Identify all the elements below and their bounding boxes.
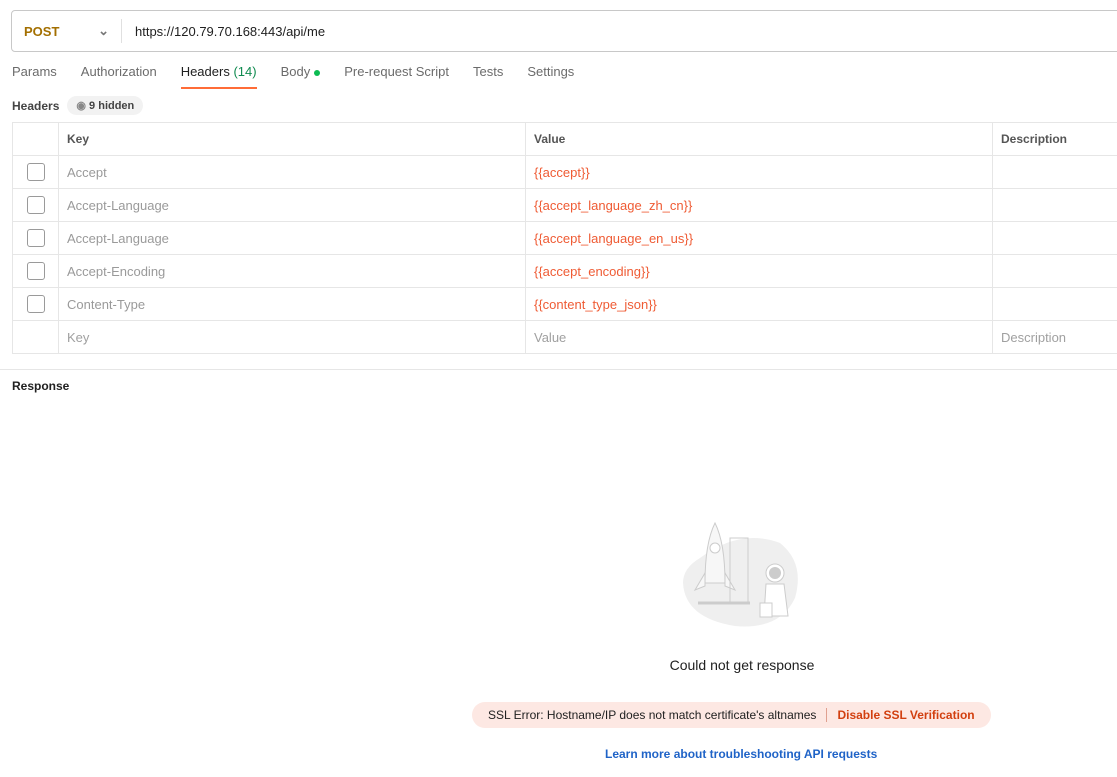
headers-count: (14) <box>233 64 257 79</box>
description-input[interactable]: Description <box>992 320 1117 354</box>
table-row: Accept {{accept}} <box>12 155 1117 189</box>
header-value[interactable]: {{content_type_json}} <box>525 287 993 321</box>
row-checkbox[interactable] <box>26 196 45 214</box>
header-key[interactable]: Accept-Language <box>58 188 526 222</box>
url-bar: POST ⌄ https://120.79.70.168:443/api/me <box>11 10 1117 52</box>
disable-ssl-verification-button[interactable]: Disable SSL Verification <box>826 708 975 722</box>
tab-label: Body <box>280 64 311 79</box>
no-response-message: Could not get response <box>669 657 815 673</box>
url-input[interactable]: https://120.79.70.168:443/api/me <box>122 24 325 39</box>
hidden-headers-toggle[interactable]: ◉ 9 hidden <box>67 96 144 115</box>
tab-settings[interactable]: Settings <box>527 64 574 89</box>
header-value[interactable]: {{accept_language_zh_cn}} <box>525 188 993 222</box>
table-row: Content-Type {{content_type_json}} <box>12 287 1117 321</box>
header-key[interactable]: Accept-Encoding <box>58 254 526 288</box>
method-select[interactable]: POST ⌄ <box>12 19 122 43</box>
divider <box>0 369 1117 370</box>
new-header-row: Key Value Description <box>12 320 1117 354</box>
table-row: Accept-Language {{accept_language_zh_cn}} <box>12 188 1117 222</box>
ssl-error-text: SSL Error: Hostname/IP does not match ce… <box>488 708 817 722</box>
row-checkbox-cell <box>12 188 59 222</box>
tab-label: Headers <box>180 64 230 79</box>
response-title: Response <box>12 379 70 393</box>
column-key: Key <box>58 122 526 156</box>
tab-pre-request-script[interactable]: Pre-request Script <box>344 64 449 89</box>
rocket-astronaut-illustration <box>683 521 798 627</box>
headers-title: Headers <box>12 98 60 113</box>
table-row: Accept-Encoding {{accept_encoding}} <box>12 254 1117 288</box>
row-checkbox-cell <box>12 155 59 189</box>
status-dot-icon <box>314 69 321 76</box>
header-description[interactable] <box>992 155 1117 189</box>
tab-headers[interactable]: Headers (14) <box>180 64 257 89</box>
row-checkbox[interactable] <box>26 229 45 247</box>
table-row: Accept-Language {{accept_language_en_us}} <box>12 221 1117 255</box>
row-checkbox[interactable] <box>26 163 45 181</box>
header-key[interactable]: Accept-Language <box>58 221 526 255</box>
row-checkbox-cell <box>12 287 59 321</box>
header-description[interactable] <box>992 254 1117 288</box>
header-value[interactable]: {{accept_encoding}} <box>525 254 993 288</box>
row-checkbox[interactable] <box>26 262 45 280</box>
header-description[interactable] <box>992 188 1117 222</box>
chevron-down-icon: ⌄ <box>98 23 109 38</box>
header-description[interactable] <box>992 221 1117 255</box>
header-key[interactable]: Content-Type <box>58 287 526 321</box>
troubleshooting-link[interactable]: Learn more about troubleshooting API req… <box>605 747 877 761</box>
tab-tests[interactable]: Tests <box>473 64 503 89</box>
column-description: Description <box>992 122 1117 156</box>
row-checkbox-cell <box>12 254 59 288</box>
header-key[interactable]: Accept <box>58 155 526 189</box>
headers-table: Key Value Description Accept {{accept}} Acce… <box>12 122 1117 354</box>
tab-body[interactable]: Body <box>281 64 321 89</box>
tab-params[interactable]: Params <box>12 64 57 89</box>
header-value[interactable]: {{accept_language_en_us}} <box>525 221 993 255</box>
method-label: POST <box>24 23 60 39</box>
column-value: Value <box>525 122 993 156</box>
ssl-error-banner: SSL Error: Hostname/IP does not match ce… <box>472 702 991 728</box>
header-description[interactable] <box>992 287 1117 321</box>
eye-icon: ◉ <box>76 100 86 112</box>
row-checkbox-cell <box>12 221 59 255</box>
tab-authorization[interactable]: Authorization <box>81 64 157 89</box>
value-input[interactable]: Value <box>525 320 993 354</box>
row-checkbox[interactable] <box>26 295 45 313</box>
key-input[interactable]: Key <box>58 320 526 354</box>
request-tabs: Params Authorization Headers (14) Body P… <box>12 64 574 89</box>
hidden-count: 9 hidden <box>89 100 135 112</box>
header-value[interactable]: {{accept}} <box>525 155 993 189</box>
